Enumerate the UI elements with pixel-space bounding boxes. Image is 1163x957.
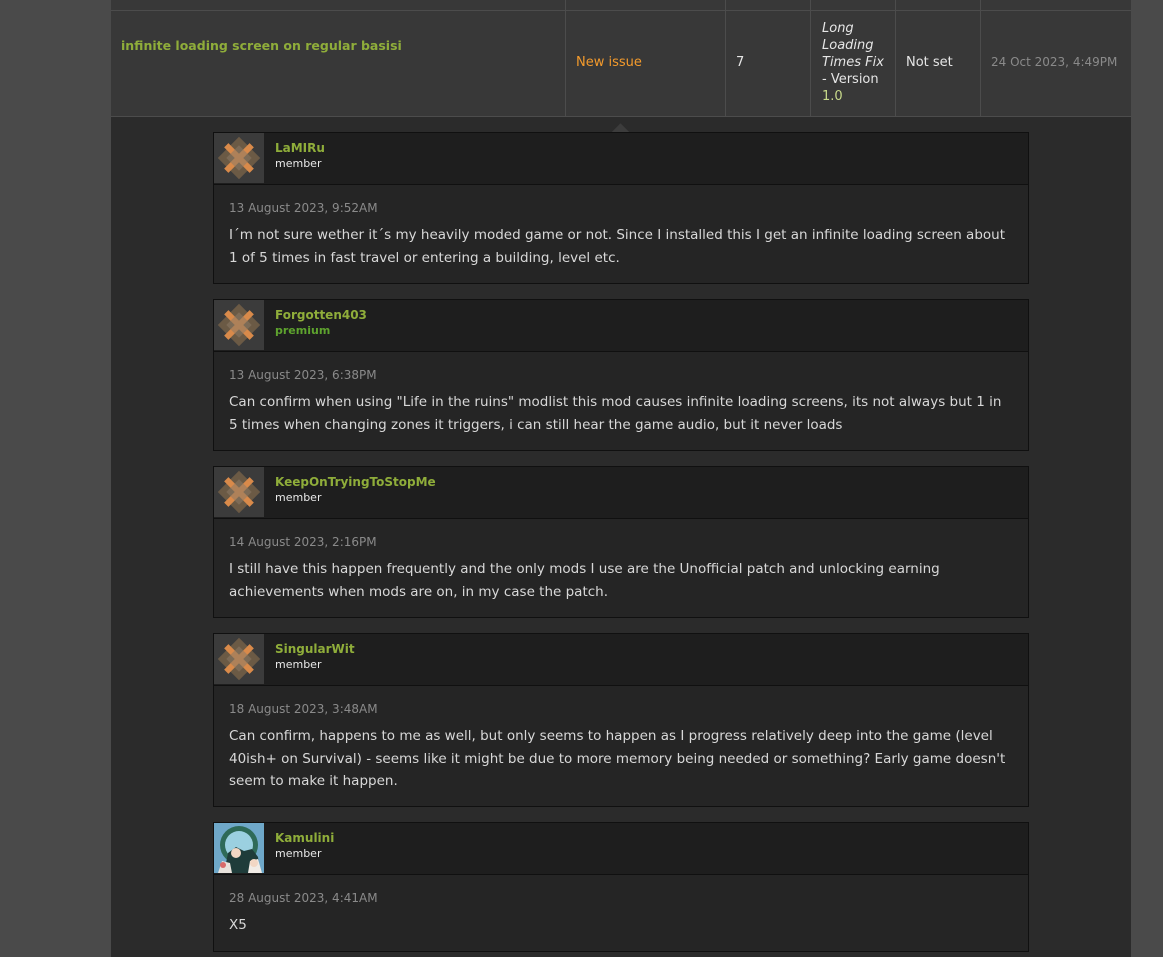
- comment: Forgotten403 premium 13 August 2023, 6:3…: [213, 299, 1029, 451]
- reply-count: 7: [736, 55, 745, 70]
- comment-user-role: member: [275, 658, 322, 671]
- comment-text: Can confirm, happens to me as well, but …: [229, 728, 1006, 789]
- comment-user-role: member: [275, 491, 322, 504]
- comment-text: X5: [229, 917, 247, 933]
- comment-body: 28 August 2023, 4:41AM X5: [214, 875, 1028, 951]
- comment-user-role: member: [275, 847, 322, 860]
- comment-text: I´m not sure wether it´s my heavily mode…: [229, 227, 1006, 266]
- comment-text: I still have this happen frequently and …: [229, 561, 940, 600]
- issue-title-cell: infinite loading screen on regular basis…: [111, 0, 566, 116]
- comment-username[interactable]: KeepOnTryingToStopMe: [275, 475, 436, 489]
- issue-version-cell: Long Loading Times Fix - Version 1.0: [811, 0, 896, 116]
- issue-row[interactable]: infinite loading screen on regular basis…: [111, 0, 1131, 117]
- issue-priority: Not set: [906, 55, 953, 70]
- page: infinite loading screen on regular basis…: [111, 0, 1131, 957]
- issue-replies-cell: 7: [726, 0, 811, 116]
- comment-user-role: premium: [275, 324, 331, 337]
- mod-version-prefix: - Version: [822, 72, 879, 87]
- mod-version-number: 1.0: [822, 89, 843, 104]
- comment-text: Can confirm when using "Life in the ruin…: [229, 394, 1002, 433]
- comment-username[interactable]: Forgotten403: [275, 308, 367, 322]
- comment-header: SingularWit member: [214, 634, 1028, 686]
- comment: KeepOnTryingToStopMe member 14 August 20…: [213, 466, 1029, 618]
- comment-date: 14 August 2023, 2:16PM: [229, 535, 377, 549]
- default-avatar-icon[interactable]: [214, 300, 264, 350]
- comment-date: 28 August 2023, 4:41AM: [229, 891, 378, 905]
- comment-header: Kamulini member: [214, 823, 1028, 875]
- comment-date: 13 August 2023, 6:38PM: [229, 368, 377, 382]
- issue-title-link[interactable]: infinite loading screen on regular basis…: [121, 38, 402, 53]
- comment-header: Forgotten403 premium: [214, 300, 1028, 352]
- issue-status-cell: New issue: [566, 0, 726, 116]
- user-avatar-image[interactable]: [214, 823, 264, 873]
- comment: SingularWit member 18 August 2023, 3:48A…: [213, 633, 1029, 807]
- comment-date: 13 August 2023, 9:52AM: [229, 201, 378, 215]
- issue-updated-cell: 24 Oct 2023, 4:49PM: [981, 0, 1131, 116]
- mod-version-name: Long Loading Times Fix: [822, 21, 884, 70]
- comment-header: KeepOnTryingToStopMe member: [214, 467, 1028, 519]
- comment-username[interactable]: LaMIRu: [275, 141, 325, 155]
- comment-body: 13 August 2023, 6:38PM Can confirm when …: [214, 352, 1028, 450]
- issue-last-updated: 24 Oct 2023, 4:49PM: [991, 55, 1118, 69]
- comment-body: 14 August 2023, 2:16PM I still have this…: [214, 519, 1028, 617]
- comment-body: 13 August 2023, 9:52AM I´m not sure weth…: [214, 185, 1028, 283]
- issue-priority-cell: Not set: [896, 0, 981, 116]
- comment: LaMIRu member 13 August 2023, 9:52AM I´m…: [213, 132, 1029, 284]
- comment: Kamulini member 28 August 2023, 4:41AM X…: [213, 822, 1029, 952]
- comment-body: 18 August 2023, 3:48AM Can confirm, happ…: [214, 686, 1028, 807]
- comment-username[interactable]: SingularWit: [275, 642, 355, 656]
- default-avatar-icon[interactable]: [214, 634, 264, 684]
- issue-comments-panel: LaMIRu member 13 August 2023, 9:52AM I´m…: [111, 117, 1131, 957]
- default-avatar-icon[interactable]: [214, 133, 264, 183]
- comment-header: LaMIRu member: [214, 133, 1028, 185]
- comment-user-role: member: [275, 157, 322, 170]
- issue-status: New issue: [576, 55, 642, 70]
- default-avatar-icon[interactable]: [214, 467, 264, 517]
- comment-date: 18 August 2023, 3:48AM: [229, 702, 378, 716]
- comment-username[interactable]: Kamulini: [275, 831, 334, 845]
